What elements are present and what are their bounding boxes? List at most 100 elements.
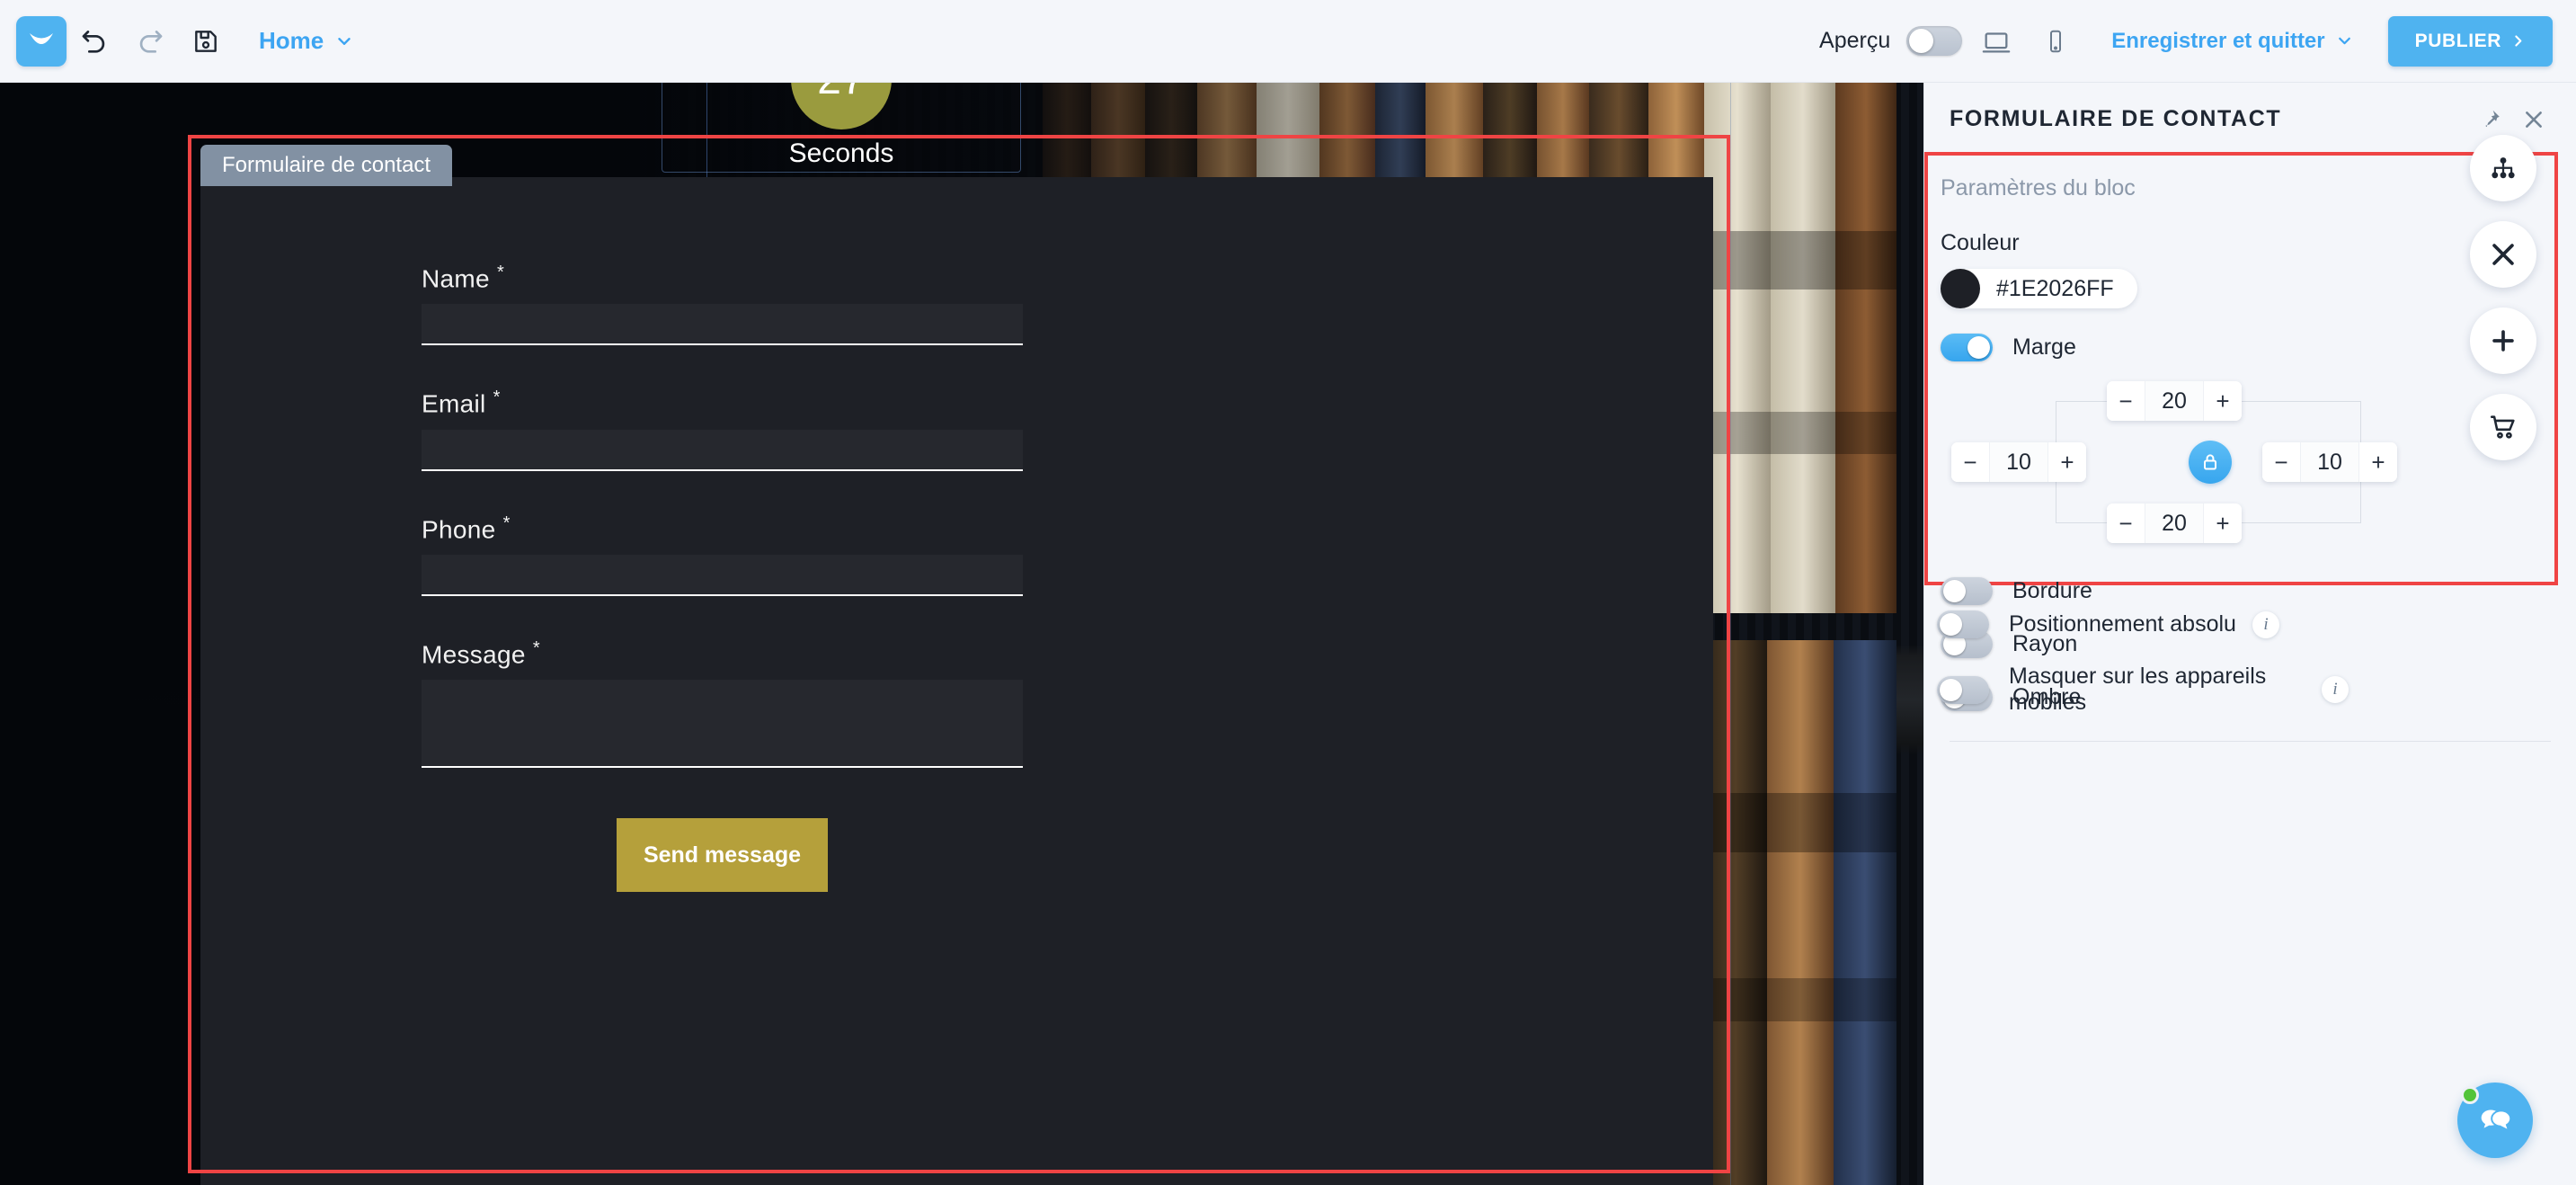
- close-button[interactable]: [2470, 221, 2536, 288]
- mobile-icon: [2050, 30, 2062, 52]
- margin-bottom-value[interactable]: 20: [2145, 503, 2204, 543]
- close-panel-button[interactable]: [2522, 108, 2545, 131]
- border-label: Bordure: [2012, 578, 2092, 603]
- chevron-down-icon: [338, 37, 351, 45]
- margin-left-decrement[interactable]: −: [1951, 442, 1989, 482]
- pin-panel-button[interactable]: [2479, 108, 2502, 131]
- app-logo[interactable]: [16, 15, 67, 67]
- toggle-knob: [1940, 613, 1962, 636]
- required-marker: *: [493, 388, 501, 408]
- form-field-phone: Phone *: [422, 513, 1023, 596]
- save-button[interactable]: [178, 13, 234, 69]
- sitemap-icon: [2492, 157, 2515, 179]
- color-swatch[interactable]: [1941, 269, 1980, 308]
- chat-online-status-dot: [2461, 1086, 2479, 1104]
- alignment-guide: [1730, 83, 1731, 1185]
- cart-button[interactable]: [2470, 394, 2536, 460]
- margin-right-decrement[interactable]: −: [2262, 442, 2300, 482]
- border-toggle[interactable]: [1941, 577, 1993, 605]
- block-tab-label[interactable]: Formulaire de contact: [200, 145, 453, 186]
- editor-canvas[interactable]: 27 Seconds Formulaire de contact Name * …: [0, 83, 1923, 1185]
- countdown-widget[interactable]: 27 Seconds: [706, 83, 976, 169]
- add-button[interactable]: [2470, 307, 2536, 374]
- color-label: Couleur: [1941, 230, 2020, 255]
- plus-icon: [2492, 330, 2514, 352]
- save-disk-icon: [195, 30, 217, 52]
- section-title: Paramètres du bloc: [1941, 175, 2136, 200]
- phone-input[interactable]: [422, 554, 1023, 596]
- redo-button[interactable]: [122, 13, 178, 69]
- panel-title: FORMULAIRE DE CONTACT: [1950, 106, 2282, 131]
- field-label: Name *: [422, 263, 1023, 293]
- toolbar-right-group: Aperçu Enregistrer et quitter PUBLIER: [1819, 15, 2576, 67]
- shadow-toggle-row: Ombre: [1941, 683, 2542, 711]
- field-label-text: Phone: [422, 514, 496, 543]
- color-control: #1E2026FF: [1941, 269, 2542, 308]
- redo-icon: [139, 30, 163, 53]
- color-hex-value[interactable]: #1E2026FF: [1996, 276, 2114, 302]
- color-picker[interactable]: #1E2026FF: [1941, 269, 2137, 308]
- radius-label: Rayon: [2012, 631, 2078, 656]
- page-selector[interactable]: Home: [259, 27, 354, 55]
- chevron-down-icon: [2338, 37, 2350, 45]
- desktop-icon: [1982, 31, 2011, 52]
- margin-bottom-decrement[interactable]: −: [2107, 503, 2145, 543]
- countdown-seconds-circle: 27: [791, 83, 892, 129]
- required-marker: *: [502, 512, 511, 533]
- field-label: Message *: [422, 638, 1023, 669]
- form-field-email: Email *: [422, 388, 1023, 471]
- countdown-unit-label: Seconds: [788, 138, 894, 168]
- cart-icon: [2490, 415, 2515, 439]
- margin-left-increment[interactable]: +: [2048, 442, 2086, 482]
- absolute-position-toggle[interactable]: [1937, 610, 1989, 638]
- field-spacer: [200, 471, 1301, 513]
- margin-right-increment[interactable]: +: [2359, 442, 2397, 482]
- margin-top-value[interactable]: 20: [2145, 381, 2204, 421]
- shadow-label: Ombre: [2012, 684, 2082, 709]
- send-message-button[interactable]: Send message: [617, 818, 828, 893]
- block-settings-section-header[interactable]: Paramètres du bloc: [1928, 156, 2554, 210]
- email-input[interactable]: [422, 429, 1023, 471]
- margin-lock-button[interactable]: [2189, 441, 2232, 484]
- field-label: Phone *: [422, 513, 1023, 544]
- panel-divider: [1950, 741, 2551, 742]
- form-field-message: Message *: [422, 638, 1023, 769]
- field-spacer: [200, 345, 1301, 388]
- publish-button[interactable]: PUBLIER: [2387, 15, 2553, 67]
- top-toolbar: Home Aperçu Enregistrer et quitter PUBLI…: [0, 0, 2576, 83]
- close-icon: [2526, 111, 2542, 128]
- save-and-quit-button[interactable]: Enregistrer et quitter: [2111, 29, 2353, 54]
- desktop-view-button[interactable]: [1971, 16, 2021, 67]
- margin-right-value[interactable]: 10: [2300, 442, 2359, 482]
- field-label-text: Name: [422, 264, 490, 293]
- margin-bottom-increment[interactable]: +: [2204, 503, 2242, 543]
- hide-on-mobile-toggle[interactable]: [1937, 675, 1989, 704]
- name-input[interactable]: [422, 304, 1023, 346]
- preview-toggle[interactable]: [1906, 26, 1963, 56]
- toggle-knob: [1968, 336, 1990, 359]
- mailer-logo-icon: [30, 32, 53, 44]
- sitemap-button[interactable]: [2470, 135, 2536, 201]
- margin-top-increment[interactable]: +: [2204, 381, 2242, 421]
- chat-widget-button[interactable]: [2457, 1083, 2533, 1158]
- border-toggle-row: Bordure: [1941, 577, 2542, 605]
- radius-toggle-row: Rayon: [1941, 630, 2542, 658]
- margin-toggle[interactable]: [1941, 334, 1993, 361]
- pin-icon: [2485, 110, 2500, 127]
- contact-form-block[interactable]: Formulaire de contact Name * Email * Pho…: [200, 145, 1713, 1185]
- lock-icon: [2204, 454, 2216, 470]
- toolbar-left-group: Home: [0, 13, 354, 69]
- message-textarea[interactable]: [422, 680, 1023, 769]
- preview-toggle-knob: [1909, 29, 1934, 53]
- settings-body: Couleur #1E2026FF Marge − 20 + − 10 + − …: [1928, 230, 2554, 711]
- margin-left-value[interactable]: 10: [1989, 442, 2048, 482]
- toggle-knob: [1940, 678, 1962, 701]
- undo-button[interactable]: [67, 13, 122, 69]
- settings-section-highlight: Paramètres du bloc Couleur #1E2026FF Mar…: [1924, 152, 2558, 711]
- margin-top-decrement[interactable]: −: [2107, 381, 2145, 421]
- save-and-quit-label: Enregistrer et quitter: [2111, 28, 2325, 53]
- mobile-view-button[interactable]: [2030, 16, 2081, 67]
- margin-left-stepper: − 10 +: [1951, 442, 2086, 482]
- required-marker: *: [532, 637, 540, 658]
- field-label: Email *: [422, 388, 1023, 418]
